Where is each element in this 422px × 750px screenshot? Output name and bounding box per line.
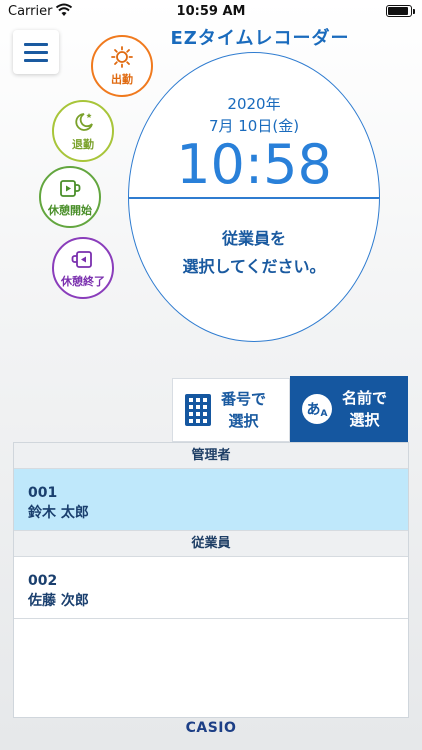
list-item[interactable]: 001 鈴木 太郎 (14, 469, 408, 531)
status-time: 10:59 AM (176, 4, 246, 19)
clock-out-button[interactable]: 退勤 (52, 100, 114, 162)
clock-in-label: 出勤 (111, 72, 133, 86)
break-end-button[interactable]: 休憩終了 (52, 237, 114, 299)
app-title: EZタイムレコーダー (170, 28, 350, 49)
clock-message-line2: 選択してください。 (182, 257, 326, 276)
break-start-label: 休憩開始 (48, 203, 92, 217)
clock-time: 10:58 (176, 133, 332, 196)
clock-divider (129, 197, 379, 199)
cup-back-icon (71, 250, 92, 268)
battery-icon (386, 5, 415, 17)
kana-alpha-icon: あA (302, 394, 332, 424)
select-by-number-label: 番号で 選択 (221, 390, 267, 430)
keypad-icon (185, 394, 211, 426)
break-start-button[interactable]: 休憩開始 (39, 166, 101, 228)
clock-in-button[interactable]: 出勤 (91, 35, 153, 97)
employee-list: 管理者 001 鈴木 太郎 従業員 002 佐藤 次郎 (13, 442, 409, 718)
employee-id: 001 (28, 485, 58, 501)
sun-icon (111, 45, 133, 68)
clock-panel: 2020年 7月 10日(金) 10:58 従業員を 選択してください。 (128, 52, 380, 342)
cup-play-icon (60, 179, 81, 197)
clock-out-label: 退勤 (72, 137, 94, 151)
hamburger-icon (24, 43, 48, 46)
section-header-employees: 従業員 (14, 531, 408, 557)
moon-icon (75, 112, 93, 131)
status-bar: Carrier 10:59 AM (0, 0, 422, 24)
employee-name: 鈴木 太郎 (28, 505, 89, 521)
employee-name: 佐藤 次郎 (28, 593, 89, 609)
break-end-label: 休憩終了 (61, 274, 105, 288)
list-item[interactable]: 002 佐藤 次郎 (14, 557, 408, 619)
select-by-name-tab[interactable]: あA 名前で 選択 (290, 376, 408, 442)
clock-message-line1: 従業員を (221, 229, 286, 248)
section-header-managers: 管理者 (14, 443, 408, 469)
brand-logo: CASIO (185, 720, 237, 736)
employee-id: 002 (28, 573, 58, 589)
select-by-number-tab[interactable]: 番号で 選択 (172, 378, 290, 442)
clock-message: 従業員を 選択してください。 (129, 225, 379, 281)
menu-button[interactable] (13, 30, 59, 74)
clock-year: 2020年 (227, 95, 281, 113)
select-by-name-label: 名前で 選択 (342, 389, 388, 429)
